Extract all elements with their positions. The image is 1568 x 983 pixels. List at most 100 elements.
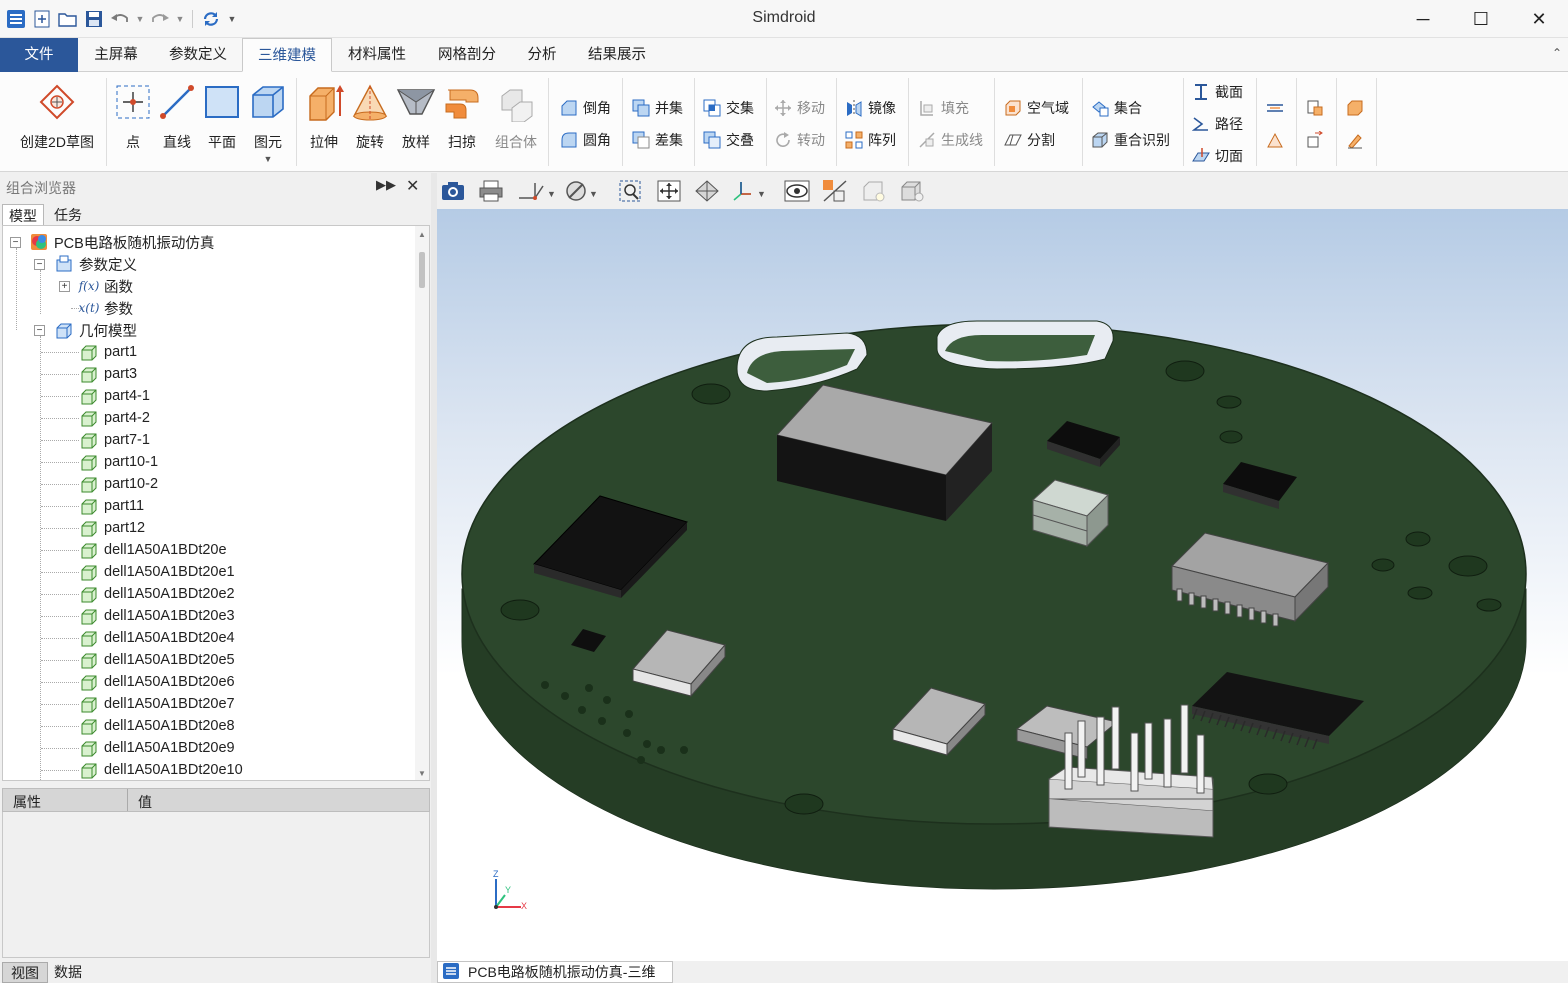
array-button[interactable]: 阵列	[845, 128, 896, 152]
fillet-button[interactable]: 圆角	[560, 128, 611, 152]
tree-part-item[interactable]: part12	[80, 517, 145, 539]
set-button[interactable]: 集合	[1091, 96, 1142, 120]
tree-root[interactable]: PCB电路板随机振动仿真	[30, 231, 214, 253]
visibility-icon[interactable]	[783, 178, 811, 204]
document-tab[interactable]: PCB电路板随机振动仿真-三维	[437, 961, 673, 983]
cut-plane-button[interactable]: 切面	[1192, 144, 1243, 168]
collapse-param-icon[interactable]: −	[34, 259, 45, 270]
chamfer-button[interactable]: 倒角	[560, 96, 611, 120]
value-column-header[interactable]: 值	[138, 792, 152, 812]
tab-meshing[interactable]: 网格剖分	[422, 38, 512, 72]
tab-analysis[interactable]: 分析	[512, 38, 572, 72]
sweep-button[interactable]: 扫掠	[438, 78, 486, 168]
shade-icon[interactable]	[899, 178, 927, 204]
section-button[interactable]: 截面	[1192, 80, 1243, 104]
fit-all-icon[interactable]	[693, 178, 721, 204]
tree-part-item[interactable]: part11	[80, 495, 144, 517]
ribbon-collapse-icon[interactable]: ⌃	[1552, 46, 1562, 60]
loft-button[interactable]: 放样	[392, 78, 440, 168]
overlap-detect-button[interactable]: 重合识别	[1091, 128, 1170, 152]
mirror-button[interactable]: 镜像	[845, 96, 896, 120]
collapse-root-icon[interactable]: −	[10, 237, 21, 248]
tree-part-item[interactable]: part10-2	[80, 473, 158, 495]
no-section-icon[interactable]: ▼	[565, 178, 605, 204]
create-2d-sketch-button[interactable]: 创建2D草图	[14, 78, 100, 168]
split-button[interactable]: 分割	[1004, 128, 1055, 152]
expand-function-icon[interactable]: +	[59, 281, 70, 292]
tree-parameter[interactable]: x(t) 参数	[79, 297, 133, 319]
tree-part-item[interactable]: dell1A50A1BDt20e1	[80, 561, 235, 583]
intersect-button[interactable]: 交集	[703, 96, 754, 120]
tree-part-item[interactable]: part3	[80, 363, 137, 385]
tree-part-item[interactable]: part1	[80, 341, 137, 363]
dock-toggle-icon[interactable]: ▶▶	[376, 177, 396, 193]
tree-part-item[interactable]: dell1A50A1BDt20e7	[80, 693, 235, 715]
tab-task[interactable]: 任务	[48, 204, 88, 226]
tab-view[interactable]: 视图	[2, 962, 48, 983]
tree-part-item[interactable]: dell1A50A1BDt20e6	[80, 671, 235, 693]
coordinate-icon[interactable]: ▼	[731, 178, 771, 204]
collapse-geometry-icon[interactable]: −	[34, 325, 45, 336]
measure-angle-button[interactable]	[1266, 128, 1284, 152]
air-domain-button[interactable]: 空气域	[1004, 96, 1069, 120]
copy-properties-button[interactable]	[1306, 96, 1324, 120]
maximize-button[interactable]: ☐	[1452, 0, 1510, 38]
tree-part-item[interactable]: part10-1	[80, 451, 158, 473]
plane-button[interactable]: 平面	[199, 78, 245, 168]
tab-material[interactable]: 材料属性	[332, 38, 422, 72]
tab-data[interactable]: 数据	[46, 962, 90, 983]
measure-distance-button[interactable]	[1266, 96, 1284, 120]
tree-part-item[interactable]: part4-2	[80, 407, 150, 429]
tab-parameters[interactable]: 参数定义	[154, 38, 242, 72]
close-panel-icon[interactable]: ✕	[406, 176, 419, 196]
tree-scroll-thumb[interactable]	[419, 252, 425, 288]
tree-scrollbar[interactable]: ▲ ▼	[415, 226, 429, 780]
compound-button[interactable]: 组合体	[490, 78, 542, 168]
camera-icon[interactable]	[439, 178, 467, 204]
tab-file[interactable]: 文件	[0, 38, 78, 72]
point-button[interactable]: 点	[110, 78, 156, 168]
section-view-icon[interactable]	[821, 178, 849, 204]
line-button[interactable]: 直线	[154, 78, 200, 168]
tree-part-item[interactable]: dell1A50A1BDt20e10	[80, 759, 243, 780]
tree-part-item[interactable]: dell1A50A1BDt20e	[80, 539, 227, 561]
tree-part-item[interactable]: dell1A50A1BDt20e5	[80, 649, 235, 671]
primitive-button[interactable]: 图元 ▼	[245, 78, 291, 168]
close-button[interactable]: ✕	[1510, 0, 1568, 38]
tree-part-item[interactable]: dell1A50A1BDt20e8	[80, 715, 235, 737]
axis-view-icon[interactable]: ▼	[517, 178, 557, 204]
tree-geometry-group[interactable]: 几何模型	[55, 319, 137, 341]
revolve-button[interactable]: 旋转	[346, 78, 394, 168]
tree-part-item[interactable]: dell1A50A1BDt20e2	[80, 583, 235, 605]
tree-part-item[interactable]: dell1A50A1BDt20e4	[80, 627, 235, 649]
primitive-dropdown-icon[interactable]: ▼	[264, 154, 273, 164]
extrude-button[interactable]: 拉伸	[300, 78, 348, 168]
tab-results[interactable]: 结果展示	[572, 38, 662, 72]
tree-part-item[interactable]: part4-1	[80, 385, 150, 407]
3d-viewport[interactable]: Z Y X	[437, 209, 1568, 961]
overlap-button[interactable]: 交叠	[703, 128, 754, 152]
move-button[interactable]: 移动	[774, 96, 825, 120]
property-column-header[interactable]: 属性	[13, 792, 41, 812]
tree-param-group[interactable]: 参数定义	[55, 253, 137, 275]
transfer-button[interactable]	[1306, 128, 1324, 152]
box-select-button[interactable]	[1346, 96, 1364, 120]
union-button[interactable]: 并集	[632, 96, 683, 120]
tree-part-item[interactable]: dell1A50A1BDt20e3	[80, 605, 235, 627]
fill-button[interactable]: 填充	[918, 96, 969, 120]
tree-part-item[interactable]: dell1A50A1BDt20e9	[80, 737, 235, 759]
rotate-button[interactable]: 转动	[774, 128, 825, 152]
tree-function[interactable]: f(x) 函数	[79, 275, 133, 297]
minimize-button[interactable]: ─	[1394, 0, 1452, 38]
light-icon[interactable]	[861, 178, 889, 204]
tab-3d-modeling[interactable]: 三维建模	[242, 38, 332, 72]
edit-button[interactable]	[1346, 128, 1364, 152]
print-icon[interactable]	[477, 178, 505, 204]
pan-icon[interactable]	[655, 178, 683, 204]
tree-part-item[interactable]: part7-1	[80, 429, 150, 451]
subtract-button[interactable]: 差集	[632, 128, 683, 152]
generate-line-button[interactable]: 生成线	[918, 128, 983, 152]
zoom-box-icon[interactable]	[617, 178, 645, 204]
tab-model[interactable]: 模型	[2, 204, 44, 226]
path-button[interactable]: 路径	[1192, 112, 1243, 136]
